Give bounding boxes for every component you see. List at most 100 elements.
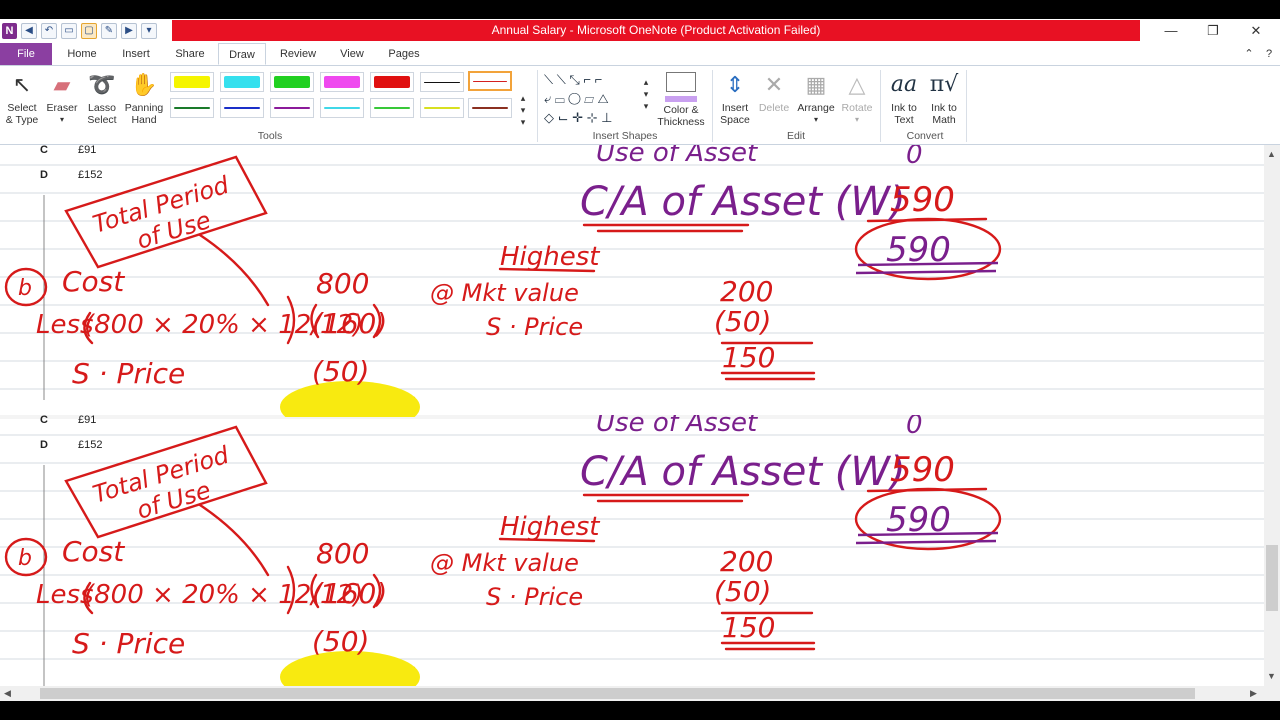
scroll-right-icon[interactable]: ▶ bbox=[1250, 686, 1257, 701]
ink-s-price-2: S · Price bbox=[486, 313, 583, 341]
ribbon: ↖ Select & Type ▰ Eraser ▾ ➰ Lasso Selec… bbox=[0, 66, 1280, 145]
pen-magenta-highlighter[interactable] bbox=[320, 72, 364, 92]
page-canvas[interactable]: C £91 D £152 Total Period of Use b Cost … bbox=[0, 145, 1264, 686]
pen-green[interactable] bbox=[370, 98, 414, 118]
eraser-icon: ▰ bbox=[53, 72, 71, 97]
close-icon[interactable]: ✕ bbox=[1235, 19, 1277, 43]
rotate-button[interactable]: △ Rotate ▾ bbox=[838, 70, 876, 126]
pen-lime[interactable] bbox=[420, 98, 464, 118]
pen-swatch bbox=[224, 107, 260, 109]
ink-underlines-ca bbox=[582, 493, 750, 503]
ink-50b: (50) bbox=[714, 575, 771, 608]
insert-space-label: Insert Space bbox=[720, 102, 750, 126]
top-letterbox bbox=[0, 0, 1280, 19]
ink-160: (160) bbox=[312, 307, 387, 340]
scroll-thumb[interactable] bbox=[1266, 545, 1278, 611]
ink-carrying-asset: C/A of Asset (W) bbox=[580, 179, 906, 225]
restore-icon[interactable]: ❐ bbox=[1192, 19, 1234, 43]
panning-hand-button[interactable]: ✋ Panning Hand bbox=[122, 70, 166, 126]
select-type-label: Select & Type bbox=[5, 102, 39, 126]
ink-to-math-button[interactable]: π√ Ink to Math bbox=[924, 70, 964, 126]
forward-icon[interactable]: ▶ bbox=[121, 23, 137, 39]
option-c-value: £91 bbox=[78, 145, 96, 156]
insert-space-button[interactable]: ⇕ Insert Space bbox=[716, 70, 754, 126]
back-icon[interactable]: ◀ bbox=[21, 23, 37, 39]
pen-swatch bbox=[274, 107, 310, 109]
scroll-down-icon[interactable]: ▼ bbox=[1267, 669, 1276, 684]
ink-use-of-asset: Use of Asset bbox=[596, 415, 758, 438]
separator bbox=[537, 70, 538, 142]
tab-pages[interactable]: Pages bbox=[382, 43, 426, 65]
separator bbox=[712, 70, 713, 142]
ink-150: 150 bbox=[722, 341, 775, 374]
tab-file[interactable]: File bbox=[0, 43, 52, 65]
dock-icon[interactable]: ▭ bbox=[61, 23, 77, 39]
quick-access-toolbar: N ◀ ↶ ▭ ▢ ✎ ▶ ▾ bbox=[0, 19, 157, 43]
hand-icon: ✋ bbox=[130, 72, 158, 97]
shapes-more-icon[interactable]: ▴ ▾ ▾ bbox=[640, 76, 652, 112]
option-d-letter: D bbox=[40, 439, 48, 451]
help-icon[interactable]: ? bbox=[1260, 43, 1278, 65]
onenote-logo-icon: N bbox=[2, 23, 17, 39]
pen-swatch bbox=[324, 107, 360, 109]
tab-view[interactable]: View bbox=[332, 43, 372, 65]
pen-mode-icon[interactable]: ✎ bbox=[101, 23, 117, 39]
select-type-button[interactable]: ↖ Select & Type bbox=[2, 70, 42, 126]
pen-dark-green[interactable] bbox=[170, 98, 214, 118]
window-title: Annual Salary - Microsoft OneNote (Produ… bbox=[172, 20, 1140, 41]
pen-green-highlighter[interactable] bbox=[270, 72, 314, 92]
pen-purple[interactable] bbox=[270, 98, 314, 118]
color-thickness-button[interactable]: Color & Thickness bbox=[655, 70, 707, 128]
color-thickness-label: Color & Thickness bbox=[657, 104, 705, 128]
ink-market-value: @ Mkt value bbox=[430, 549, 579, 577]
tab-home[interactable]: Home bbox=[60, 43, 104, 65]
pen-swatch bbox=[473, 81, 507, 82]
tab-draw[interactable]: Draw bbox=[218, 43, 266, 65]
ink-to-text-button[interactable]: aa Ink to Text bbox=[884, 70, 924, 126]
pen-black[interactable] bbox=[420, 72, 464, 92]
lasso-select-button[interactable]: ➰ Lasso Select bbox=[82, 70, 122, 126]
tab-share[interactable]: Share bbox=[168, 43, 212, 65]
color-thickness-icon bbox=[655, 70, 707, 100]
minimize-icon[interactable]: — bbox=[1150, 19, 1192, 43]
arrange-dropdown-icon: ▾ bbox=[813, 115, 818, 124]
shape-box-row: ⤶ ▭ ◯ ▱ △ bbox=[544, 91, 609, 106]
ink-50b: (50) bbox=[714, 305, 771, 338]
collapse-ribbon-icon[interactable]: ⌃ bbox=[1240, 43, 1258, 65]
h-scroll-thumb[interactable] bbox=[40, 688, 1195, 699]
ink-590-circled: 590 bbox=[886, 230, 951, 270]
scroll-left-icon[interactable]: ◀ bbox=[4, 686, 11, 701]
eraser-button[interactable]: ▰ Eraser ▾ bbox=[44, 70, 80, 126]
pen-swatch bbox=[472, 107, 508, 109]
pen-swatch bbox=[274, 76, 310, 88]
ink-200: 200 bbox=[720, 275, 773, 308]
ink-160: (160) bbox=[312, 577, 387, 610]
pen-brown[interactable] bbox=[468, 98, 512, 118]
pen-red-highlighter[interactable] bbox=[370, 72, 414, 92]
arrange-button[interactable]: ▦ Arrange ▾ bbox=[794, 70, 838, 126]
pen-cyan-highlighter[interactable] bbox=[220, 72, 264, 92]
pen-yellow-highlighter[interactable] bbox=[170, 72, 214, 92]
scroll-up-icon[interactable]: ▲ bbox=[1267, 147, 1276, 162]
pen-gallery-more-icon[interactable]: ▴ ▾ ▾ bbox=[517, 92, 529, 128]
rotate-label: Rotate bbox=[841, 102, 873, 114]
ink-s-price: S · Price bbox=[72, 357, 185, 390]
separator bbox=[966, 70, 967, 142]
shapes-gallery[interactable]: ⟍ ⟍ ⤡ ⌐ ⌐ ⤶ ▭ ◯ ▱ △ ◇ ⌙ ✛ ⊹ ⊥ bbox=[544, 70, 644, 128]
ink-800: 800 bbox=[316, 537, 369, 570]
pen-swatch bbox=[374, 76, 410, 88]
delete-button[interactable]: ✕ Delete bbox=[756, 70, 792, 114]
delete-icon: ✕ bbox=[764, 72, 784, 97]
pen-blue[interactable] bbox=[220, 98, 264, 118]
ink-150: 150 bbox=[722, 611, 775, 644]
tab-insert[interactable]: Insert bbox=[114, 43, 158, 65]
pen-red-selected[interactable] bbox=[468, 71, 512, 91]
horizontal-scrollbar[interactable]: ◀ ▶ bbox=[0, 686, 1280, 701]
pen-cyan[interactable] bbox=[320, 98, 364, 118]
undo-icon[interactable]: ↶ bbox=[41, 23, 57, 39]
full-page-icon[interactable]: ▢ bbox=[81, 23, 97, 39]
customize-qat-icon[interactable]: ▾ bbox=[141, 23, 157, 39]
tab-review[interactable]: Review bbox=[274, 43, 322, 65]
vertical-scrollbar[interactable]: ▲ ▼ bbox=[1264, 145, 1280, 686]
eraser-dropdown-icon: ▾ bbox=[59, 115, 64, 124]
